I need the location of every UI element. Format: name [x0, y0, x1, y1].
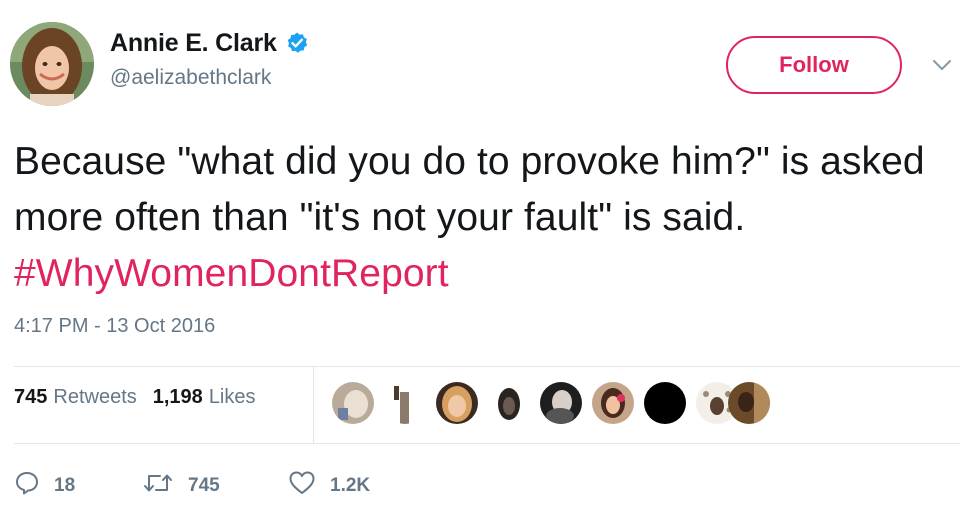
liker-avatar[interactable]	[644, 382, 686, 424]
reply-button[interactable]: 18	[14, 470, 75, 502]
liker-avatar[interactable]	[540, 382, 582, 424]
hashtag-link[interactable]: #WhyWomenDontReport	[14, 252, 449, 295]
tweet-stats: 745 Retweets 1,198 Likes	[14, 386, 256, 409]
tweet-card: Annie E. Clark @aelizabethclark Follow B…	[0, 0, 980, 518]
like-count: 1.2K	[330, 475, 371, 496]
tweet-timestamp[interactable]: 4:17 PM - 13 Oct 2016	[14, 315, 215, 338]
liker-avatar[interactable]	[488, 382, 530, 424]
tweet-body-text: Because "what did you do to provoke him?…	[14, 140, 925, 239]
retweet-count: 745	[188, 475, 220, 496]
retweet-icon	[142, 470, 188, 502]
divider	[14, 443, 960, 444]
like-button[interactable]: 1.2K	[288, 470, 370, 502]
liker-avatar[interactable]	[436, 382, 478, 424]
display-name[interactable]: Annie E. Clark	[110, 29, 277, 58]
liker-avatar[interactable]	[332, 382, 374, 424]
liker-avatar[interactable]	[384, 382, 426, 424]
user-info[interactable]: Annie E. Clark @aelizabethclark	[110, 28, 309, 90]
likes-count: 1,198	[152, 386, 203, 408]
divider	[14, 366, 960, 367]
stats-separator	[313, 367, 314, 443]
tweet-text: Because "what did you do to provoke him?…	[14, 134, 964, 302]
avatar[interactable]	[10, 22, 94, 106]
verified-badge-icon	[285, 31, 309, 55]
reply-count: 18	[54, 475, 76, 496]
retweet-button[interactable]: 745	[142, 470, 220, 502]
liker-avatar[interactable]	[728, 382, 770, 424]
likes-stat[interactable]: 1,198 Likes	[153, 386, 256, 409]
chevron-down-icon[interactable]	[932, 58, 952, 72]
follow-button[interactable]: Follow	[726, 36, 902, 94]
likes-label: Likes	[208, 386, 256, 408]
retweets-label: Retweets	[53, 386, 137, 408]
liker-avatar[interactable]	[592, 382, 634, 424]
retweets-count: 745	[14, 386, 48, 408]
reply-icon	[14, 470, 54, 502]
retweets-stat[interactable]: 745 Retweets	[14, 386, 137, 409]
user-handle[interactable]: @aelizabethclark	[110, 66, 309, 90]
heart-icon	[288, 470, 330, 502]
